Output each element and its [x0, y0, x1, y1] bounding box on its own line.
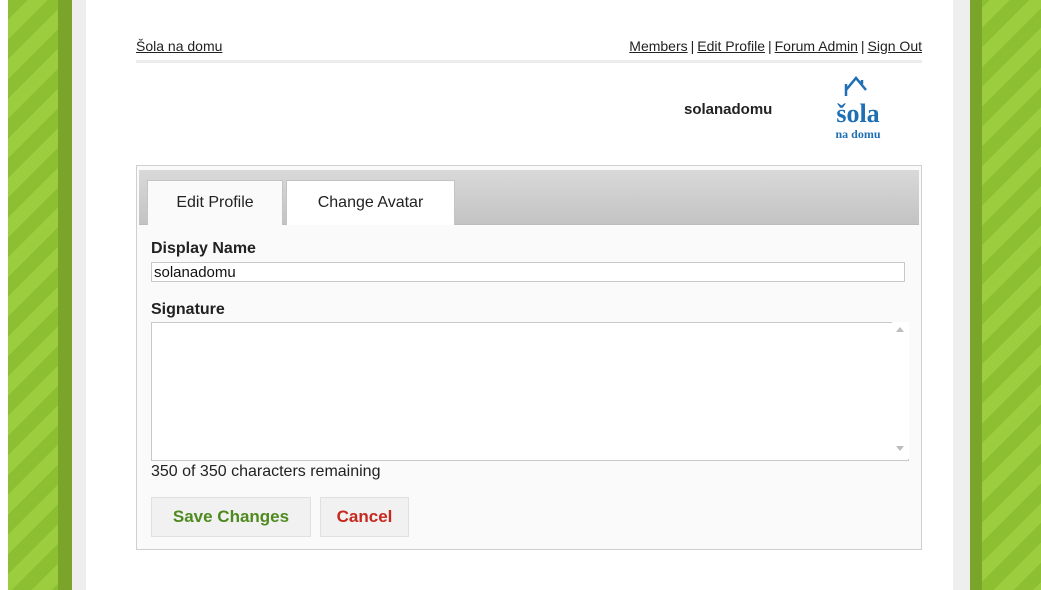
nav-separator: | — [767, 38, 772, 54]
signature-textarea[interactable] — [151, 322, 909, 461]
background-margin-left — [72, 0, 86, 590]
tab-change-avatar[interactable]: Change Avatar — [286, 180, 455, 225]
nav-separator: | — [690, 38, 695, 54]
display-name-label: Display Name — [151, 240, 256, 257]
logo-text-top: šola — [836, 99, 879, 128]
tab-bar: Edit Profile Change Avatar — [139, 170, 919, 225]
save-changes-button[interactable]: Save Changes — [151, 497, 311, 537]
user-nav: Members | Edit Profile | Forum Admin | Sign Ou… — [629, 38, 922, 54]
nav-separator: | — [860, 38, 865, 54]
username-label: solanadomu — [684, 101, 773, 118]
characters-remaining-text: 350 of 350 characters remaining — [151, 463, 381, 480]
display-name-field[interactable] — [151, 262, 905, 282]
logo-house-icon — [844, 76, 867, 96]
edit-profile-panel: Edit Profile Change Avatar Display Name … — [136, 165, 922, 550]
nav-members-link[interactable]: Members — [629, 38, 687, 54]
site-home-link[interactable]: Šola na domu — [136, 38, 222, 54]
cancel-button[interactable]: Cancel — [320, 497, 409, 537]
site-logo-icon: šola na domu — [835, 76, 881, 141]
background-border-right — [970, 0, 982, 590]
nav-sign-out-link[interactable]: Sign Out — [868, 38, 922, 54]
signature-label: Signature — [151, 301, 225, 318]
logo-text-bottom: na domu — [835, 127, 880, 141]
background-margin-right — [953, 0, 970, 590]
tab-edit-profile[interactable]: Edit Profile — [147, 180, 283, 225]
background-border-left — [58, 0, 72, 590]
top-bar: Šola na domu Members | Edit Profile | Forum … — [136, 36, 922, 63]
nav-forum-admin-link[interactable]: Forum Admin — [775, 38, 858, 54]
nav-edit-profile-link[interactable]: Edit Profile — [697, 38, 765, 54]
